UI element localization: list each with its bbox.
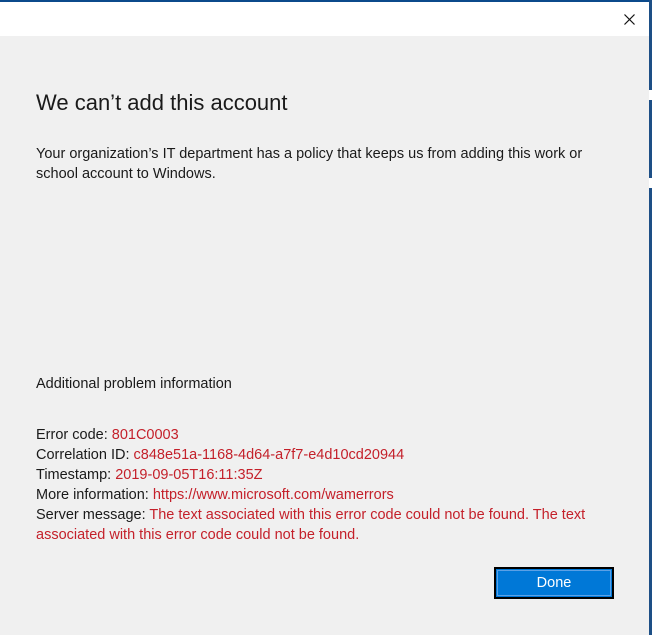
correlation-id-row: Correlation ID: c848e51a-1168-4d64-a7f7-… xyxy=(36,445,616,465)
timestamp-label: Timestamp: xyxy=(36,467,116,483)
timestamp-value: 2019-09-05T16:11:35Z xyxy=(115,467,263,483)
additional-info-heading: Additional problem information xyxy=(36,376,232,392)
error-code-label: Error code: xyxy=(36,427,112,443)
error-code-value: 801C0003 xyxy=(111,427,179,443)
error-details: Error code: 801C0003 Correlation ID: c84… xyxy=(36,425,616,545)
title-bar xyxy=(0,2,649,36)
dialog-description: Your organization’s IT department has a … xyxy=(36,146,583,182)
server-message-label: Server message: xyxy=(36,507,150,523)
more-info-label: More information: xyxy=(36,487,153,503)
error-code-row: Error code: 801C0003 xyxy=(36,425,616,445)
server-message-row: Server message: The text associated with… xyxy=(36,505,616,545)
correlation-id-label: Correlation ID: xyxy=(36,447,134,463)
dialog-heading: We can’t add this account xyxy=(36,90,288,115)
close-button[interactable] xyxy=(617,8,641,30)
dialog-window: We can’t add this account Your organizat… xyxy=(0,0,652,635)
timestamp-row: Timestamp: 2019-09-05T16:11:35Z xyxy=(36,465,616,485)
more-info-link[interactable]: https://www.microsoft.com/wamerrors xyxy=(153,487,394,503)
more-info-row: More information: https://www.microsoft.… xyxy=(36,485,616,505)
correlation-id-value: c848e51a-1168-4d64-a7f7-e4d10cd20944 xyxy=(133,447,405,463)
close-icon xyxy=(623,13,635,25)
done-button[interactable]: Done xyxy=(494,567,614,599)
